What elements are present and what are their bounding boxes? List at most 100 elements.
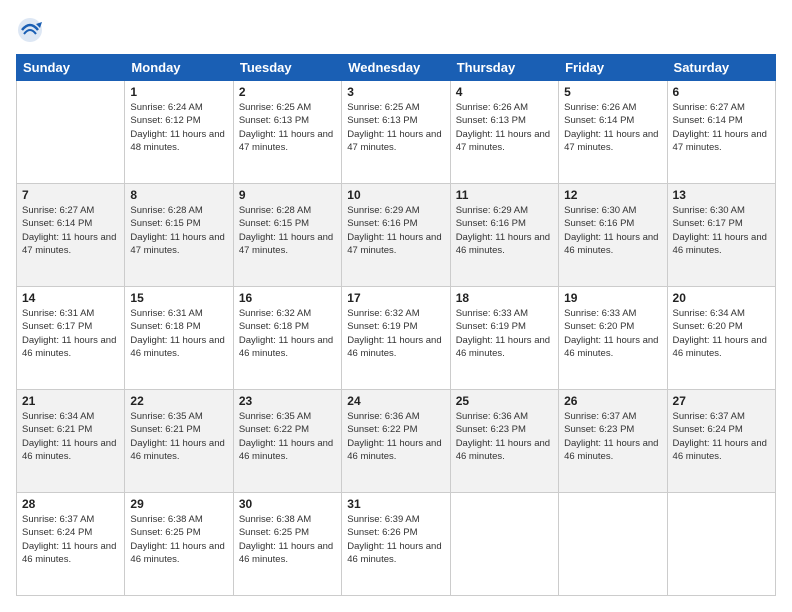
cell-details: Sunrise: 6:28 AM Sunset: 6:15 PM Dayligh…: [239, 204, 336, 257]
calendar-cell: 28Sunrise: 6:37 AM Sunset: 6:24 PM Dayli…: [17, 493, 125, 596]
calendar-cell: 25 Sunrise: 6:36 AM Sunset: 6:23 PM Dayli…: [450, 390, 558, 493]
cell-details: Sunrise: 6:36 AM Sunset: 6:23 PM Dayligh…: [456, 410, 553, 463]
calendar-week-row: 14 Sunrise: 6:31 AM Sunset: 6:17 PM Dayli…: [17, 287, 776, 390]
day-number: 19: [564, 291, 661, 305]
calendar-body: 1 Sunrise: 6:24 AM Sunset: 6:12 PM Daylig…: [17, 81, 776, 596]
calendar-cell: 23 Sunrise: 6:35 AM Sunset: 6:22 PM Dayli…: [233, 390, 341, 493]
calendar-cell: 10Sunrise: 6:29 AM Sunset: 6:16 PM Dayli…: [342, 184, 450, 287]
calendar-cell: 8Sunrise: 6:28 AM Sunset: 6:15 PM Daylig…: [125, 184, 233, 287]
cell-details: Sunrise: 6:30 AM Sunset: 6:16 PM Dayligh…: [564, 204, 661, 257]
weekday-header: Sunday: [17, 55, 125, 81]
calendar-cell: [667, 493, 775, 596]
calendar-cell: [559, 493, 667, 596]
calendar-cell: 30 Sunrise: 6:38 AM Sunset: 6:25 PM Dayli…: [233, 493, 341, 596]
weekday-header: Monday: [125, 55, 233, 81]
cell-details: Sunrise: 6:33 AM Sunset: 6:20 PM Dayligh…: [564, 307, 661, 360]
day-number: 6: [673, 85, 770, 99]
calendar-cell: 21 Sunrise: 6:34 AM Sunset: 6:21 PM Dayli…: [17, 390, 125, 493]
calendar-header-row: SundayMondayTuesdayWednesdayThursdayFrid…: [17, 55, 776, 81]
cell-details: Sunrise: 6:37 AM Sunset: 6:24 PM Dayligh…: [673, 410, 770, 463]
calendar-page: SundayMondayTuesdayWednesdayThursdayFrid…: [0, 0, 792, 612]
calendar-cell: 3 Sunrise: 6:25 AM Sunset: 6:13 PM Daylig…: [342, 81, 450, 184]
cell-details: Sunrise: 6:26 AM Sunset: 6:13 PM Dayligh…: [456, 101, 553, 154]
calendar-cell: 13 Sunrise: 6:30 AM Sunset: 6:17 PM Dayli…: [667, 184, 775, 287]
day-number: 29: [130, 497, 227, 511]
day-number: 11: [456, 188, 553, 202]
day-number: 28: [22, 497, 119, 511]
calendar-week-row: 28Sunrise: 6:37 AM Sunset: 6:24 PM Dayli…: [17, 493, 776, 596]
calendar-week-row: 7 Sunrise: 6:27 AM Sunset: 6:14 PM Daylig…: [17, 184, 776, 287]
cell-details: Sunrise: 6:30 AM Sunset: 6:17 PM Dayligh…: [673, 204, 770, 257]
day-number: 8: [130, 188, 227, 202]
weekday-header: Wednesday: [342, 55, 450, 81]
calendar-cell: 16 Sunrise: 6:32 AM Sunset: 6:18 PM Dayli…: [233, 287, 341, 390]
calendar-cell: 5Sunrise: 6:26 AM Sunset: 6:14 PM Daylig…: [559, 81, 667, 184]
cell-details: Sunrise: 6:29 AM Sunset: 6:16 PM Dayligh…: [456, 204, 553, 257]
cell-details: Sunrise: 6:32 AM Sunset: 6:19 PM Dayligh…: [347, 307, 444, 360]
calendar-cell: 7 Sunrise: 6:27 AM Sunset: 6:14 PM Daylig…: [17, 184, 125, 287]
calendar-cell: 11 Sunrise: 6:29 AM Sunset: 6:16 PM Dayli…: [450, 184, 558, 287]
calendar-cell: 17 Sunrise: 6:32 AM Sunset: 6:19 PM Dayli…: [342, 287, 450, 390]
cell-details: Sunrise: 6:34 AM Sunset: 6:21 PM Dayligh…: [22, 410, 119, 463]
day-number: 24: [347, 394, 444, 408]
day-number: 15: [130, 291, 227, 305]
calendar-cell: 18 Sunrise: 6:33 AM Sunset: 6:19 PM Dayli…: [450, 287, 558, 390]
day-number: 25: [456, 394, 553, 408]
cell-details: Sunrise: 6:34 AM Sunset: 6:20 PM Dayligh…: [673, 307, 770, 360]
calendar-cell: 12 Sunrise: 6:30 AM Sunset: 6:16 PM Dayli…: [559, 184, 667, 287]
cell-details: Sunrise: 6:33 AM Sunset: 6:19 PM Dayligh…: [456, 307, 553, 360]
cell-details: Sunrise: 6:25 AM Sunset: 6:13 PM Dayligh…: [347, 101, 444, 154]
calendar-cell: 1 Sunrise: 6:24 AM Sunset: 6:12 PM Daylig…: [125, 81, 233, 184]
day-number: 2: [239, 85, 336, 99]
cell-details: Sunrise: 6:24 AM Sunset: 6:12 PM Dayligh…: [130, 101, 227, 154]
weekday-header: Saturday: [667, 55, 775, 81]
cell-details: Sunrise: 6:38 AM Sunset: 6:25 PM Dayligh…: [239, 513, 336, 566]
calendar-cell: 20 Sunrise: 6:34 AM Sunset: 6:20 PM Dayli…: [667, 287, 775, 390]
calendar-cell: 14 Sunrise: 6:31 AM Sunset: 6:17 PM Dayli…: [17, 287, 125, 390]
calendar-cell: 15Sunrise: 6:31 AM Sunset: 6:18 PM Dayli…: [125, 287, 233, 390]
cell-details: Sunrise: 6:35 AM Sunset: 6:22 PM Dayligh…: [239, 410, 336, 463]
calendar-table: SundayMondayTuesdayWednesdayThursdayFrid…: [16, 54, 776, 596]
cell-details: Sunrise: 6:32 AM Sunset: 6:18 PM Dayligh…: [239, 307, 336, 360]
cell-details: Sunrise: 6:27 AM Sunset: 6:14 PM Dayligh…: [673, 101, 770, 154]
cell-details: Sunrise: 6:38 AM Sunset: 6:25 PM Dayligh…: [130, 513, 227, 566]
day-number: 4: [456, 85, 553, 99]
calendar-cell: 31 Sunrise: 6:39 AM Sunset: 6:26 PM Dayli…: [342, 493, 450, 596]
calendar-cell: [17, 81, 125, 184]
day-number: 23: [239, 394, 336, 408]
calendar-cell: 26Sunrise: 6:37 AM Sunset: 6:23 PM Dayli…: [559, 390, 667, 493]
calendar-cell: 24 Sunrise: 6:36 AM Sunset: 6:22 PM Dayli…: [342, 390, 450, 493]
cell-details: Sunrise: 6:31 AM Sunset: 6:17 PM Dayligh…: [22, 307, 119, 360]
day-number: 20: [673, 291, 770, 305]
calendar-cell: 29 Sunrise: 6:38 AM Sunset: 6:25 PM Dayli…: [125, 493, 233, 596]
day-number: 1: [130, 85, 227, 99]
cell-details: Sunrise: 6:27 AM Sunset: 6:14 PM Dayligh…: [22, 204, 119, 257]
day-number: 7: [22, 188, 119, 202]
calendar-cell: 19 Sunrise: 6:33 AM Sunset: 6:20 PM Dayli…: [559, 287, 667, 390]
cell-details: Sunrise: 6:25 AM Sunset: 6:13 PM Dayligh…: [239, 101, 336, 154]
cell-details: Sunrise: 6:35 AM Sunset: 6:21 PM Dayligh…: [130, 410, 227, 463]
calendar-week-row: 1 Sunrise: 6:24 AM Sunset: 6:12 PM Daylig…: [17, 81, 776, 184]
weekday-header: Thursday: [450, 55, 558, 81]
day-number: 9: [239, 188, 336, 202]
day-number: 14: [22, 291, 119, 305]
day-number: 30: [239, 497, 336, 511]
cell-details: Sunrise: 6:29 AM Sunset: 6:16 PM Dayligh…: [347, 204, 444, 257]
calendar-cell: 9 Sunrise: 6:28 AM Sunset: 6:15 PM Daylig…: [233, 184, 341, 287]
day-number: 27: [673, 394, 770, 408]
calendar-week-row: 21 Sunrise: 6:34 AM Sunset: 6:21 PM Dayli…: [17, 390, 776, 493]
day-number: 21: [22, 394, 119, 408]
day-number: 12: [564, 188, 661, 202]
weekday-header: Tuesday: [233, 55, 341, 81]
day-number: 13: [673, 188, 770, 202]
day-number: 3: [347, 85, 444, 99]
day-number: 17: [347, 291, 444, 305]
day-number: 16: [239, 291, 336, 305]
day-number: 5: [564, 85, 661, 99]
cell-details: Sunrise: 6:36 AM Sunset: 6:22 PM Dayligh…: [347, 410, 444, 463]
day-number: 18: [456, 291, 553, 305]
calendar-cell: 6 Sunrise: 6:27 AM Sunset: 6:14 PM Daylig…: [667, 81, 775, 184]
cell-details: Sunrise: 6:39 AM Sunset: 6:26 PM Dayligh…: [347, 513, 444, 566]
day-number: 31: [347, 497, 444, 511]
day-number: 26: [564, 394, 661, 408]
